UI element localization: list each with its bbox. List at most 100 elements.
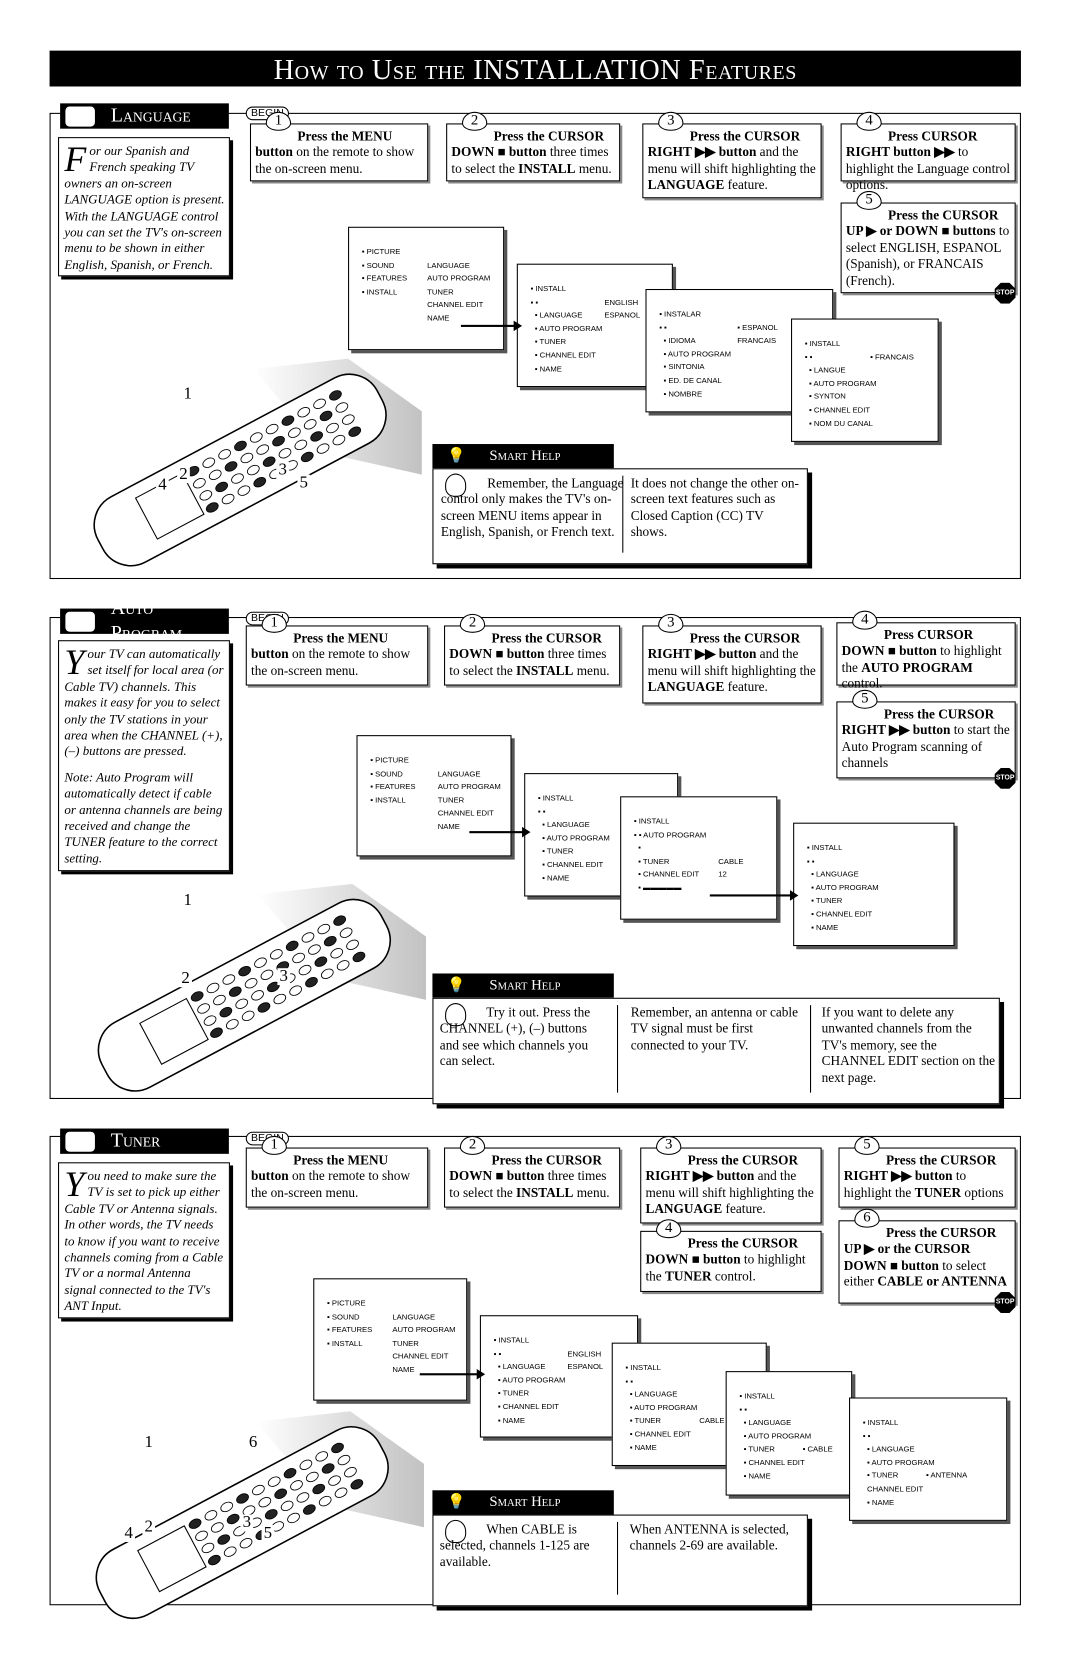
stop-icon: STOP — [994, 1292, 1016, 1314]
menu-item-right: AUTO PROGRAM — [392, 1324, 456, 1335]
section-title: Language — [60, 103, 229, 129]
step-text: control. — [711, 1268, 756, 1284]
menu-item-left: ▪ IDIOMA — [659, 335, 696, 346]
menu-item-right: AUTO PROGRAM — [427, 273, 491, 283]
menu-item-left: ▪ INSTALAR — [659, 309, 702, 319]
menu-item-left: ▪ INSTALL — [370, 795, 406, 805]
onscreen-menu: ▪ PICTURE ▪ SOUND LANGUAGE ▪ FEATURES AUTO P… — [348, 226, 505, 351]
step-number: 1 — [261, 613, 287, 633]
section-title-text: Language — [110, 104, 191, 127]
menu-row: ▪ TUNER — [807, 896, 947, 909]
menu-item-left: ▪ AUTO PROGRAM — [806, 882, 879, 893]
menu-item-left: ▪ ▪ — [530, 296, 539, 307]
menu-item-right: 12 — [718, 869, 727, 879]
menu-item-left: ▪ LANGUE — [804, 365, 846, 375]
menu-item-left: ▪ INSTALL — [633, 816, 670, 826]
menu-item-left: ▪ SYNTON — [804, 391, 846, 402]
menu-item-right: ▪ FRANCAIS — [870, 351, 914, 362]
step-number: 3 — [656, 1135, 682, 1155]
menu-item-left: ▪ LANGUAGE — [537, 819, 590, 830]
menu-item-left: ▪ CHANNEL EDIT — [625, 1429, 691, 1439]
menu-item-left: ▪ AUTO PROGRAM — [493, 1375, 566, 1385]
menu-row: ▪ CHANNEL EDIT — [494, 1402, 631, 1415]
menu-item-left: ▪ ▪ — [806, 855, 815, 866]
smart-help-title: 💡 Smart Help — [432, 444, 614, 469]
menu-row: ▪ ▪ AUTO PROGRAM — [634, 830, 770, 843]
menu-item-left: ▪ ▬▬▬▬▬ — [633, 882, 682, 893]
menu-item-left: ▪ LANGUAGE — [625, 1389, 678, 1399]
section-title-text: Tuner — [110, 1129, 161, 1152]
menu-item-right: ESPANOL — [604, 310, 641, 320]
menu-item-left: ▪ INSTALL — [530, 283, 567, 294]
menu-item-left: ▪ TUNER — [739, 1444, 775, 1454]
menu-row: ▪ INSTALL — [805, 339, 932, 352]
column-divider — [810, 1005, 812, 1093]
menu-item-left: ▪ AUTO PROGRAM — [739, 1430, 812, 1441]
menu-item-left: ▪ FEATURES — [370, 781, 416, 792]
menu-item-left: ▪ INSTALL — [806, 842, 843, 853]
menu-row: ▪ AUTO PROGRAM — [739, 1431, 844, 1444]
menu-row: ▪ ▪ — [739, 1404, 844, 1417]
menu-item-right: ▪ CABLE — [802, 1444, 833, 1454]
menu-row: ▪ TUNER — [494, 1388, 631, 1401]
menu-item-left: ▪ TUNER — [493, 1388, 530, 1398]
menu-item-left: ▪ ▪ — [493, 1348, 502, 1359]
step-number: 3 — [658, 111, 684, 131]
menu-item-right: ESPANOL — [567, 1361, 604, 1372]
menu-item-right: LANGUAGE — [437, 768, 481, 778]
menu-item-left: ▪ NAME — [530, 363, 562, 373]
smart-help-title-text: Smart Help — [489, 1494, 561, 1511]
step-2: 2Press the CURSOR DOWN ■ button three ti… — [446, 111, 621, 182]
menu-item-right: CABLE — [699, 1415, 725, 1426]
menu-row: ▪ PICTURE — [362, 247, 497, 260]
menu-item-left: CHANNEL EDIT — [862, 1483, 924, 1494]
step-2: 2Press the CURSOR DOWN ■ button three ti… — [444, 613, 621, 686]
smart-help-text: When ANTENNA is selected, channels 2-69 … — [629, 1521, 790, 1553]
menu-row: ▪ NOM DU CANAL — [805, 418, 932, 431]
step-text: LANGUAGE — [647, 177, 725, 193]
menu-item-left: ▪ CHANNEL EDIT — [806, 909, 873, 919]
arrow — [709, 890, 799, 901]
menu-item-right: NAME — [427, 313, 450, 323]
step-text: menu. — [575, 161, 612, 176]
menu-row: ▪ INSTALL TUNER — [362, 287, 497, 300]
menu-item-left: ▪ SOUND — [361, 260, 395, 270]
step-5: 5Press the CURSOR UP ▶ or DOWN ■ buttons… — [840, 190, 1016, 294]
menu-row: ▪ INSTALL — [863, 1418, 1000, 1431]
step-6: 6Press the CURSOR UP ▶ or the CURSOR DOW… — [838, 1208, 1016, 1304]
menu-row: CHANNEL EDIT — [362, 300, 497, 313]
menu-row: ▪ INSTALL TUNER — [327, 1338, 460, 1351]
menu-item-left: ▪ INSTALL — [537, 793, 574, 803]
menu-row: ▪ — [634, 843, 770, 856]
step-4: 4Press CURSOR RIGHT button ▶▶ to highlig… — [840, 111, 1016, 192]
menu-item-left: ▪ INSTALL — [361, 286, 398, 297]
step-3: 3Press the CURSOR RIGHT ▶▶ button and th… — [642, 613, 822, 704]
drop-cap: Y — [64, 643, 85, 683]
menu-item-right: ENGLISH — [604, 296, 639, 307]
intro-paragraph: or our Spanish and French speaking TV ow… — [64, 143, 225, 272]
step-3: 3Press the CURSOR RIGHT ▶▶ button and th… — [640, 1135, 822, 1224]
step-2: 2Press the CURSOR DOWN ■ button three ti… — [444, 1135, 621, 1208]
tv-icon — [64, 610, 96, 633]
menu-item-left: ▪ INSTALL — [493, 1335, 530, 1345]
arrow-head — [522, 826, 531, 838]
menu-row: ▪ INSTALL — [739, 1391, 844, 1404]
menu-item-right: TUNER — [427, 286, 454, 297]
menu-row: CHANNEL EDIT — [327, 1351, 460, 1364]
menu-item-left: ▪ FEATURES — [361, 273, 408, 283]
menu-item-left: ▪ TUNER — [633, 856, 670, 866]
manual-page: How to Use the INSTALLATION Features Lan… — [0, 0, 1080, 1669]
column-divider — [622, 475, 624, 553]
menu-item-left: ▪ SINTONIA — [659, 362, 705, 372]
menu-item-right: LANGUAGE — [392, 1311, 436, 1322]
step-4: 4Press CURSOR DOWN ■ button to highlight… — [836, 610, 1016, 691]
menu-item-left: ▪ PICTURE — [326, 1298, 366, 1308]
intro-text: For our Spanish and French speaking TV o… — [58, 137, 230, 277]
column-divider — [616, 1521, 619, 1595]
menu-row: ▪ ▪ — [863, 1431, 1000, 1444]
menu-item-right: TUNER — [392, 1338, 419, 1348]
section-title-text: Auto Program — [110, 596, 183, 645]
callout-number: 2 — [177, 466, 190, 484]
step-number: 2 — [459, 613, 486, 633]
step-text: CABLE or ANTENNA — [877, 1274, 1007, 1290]
